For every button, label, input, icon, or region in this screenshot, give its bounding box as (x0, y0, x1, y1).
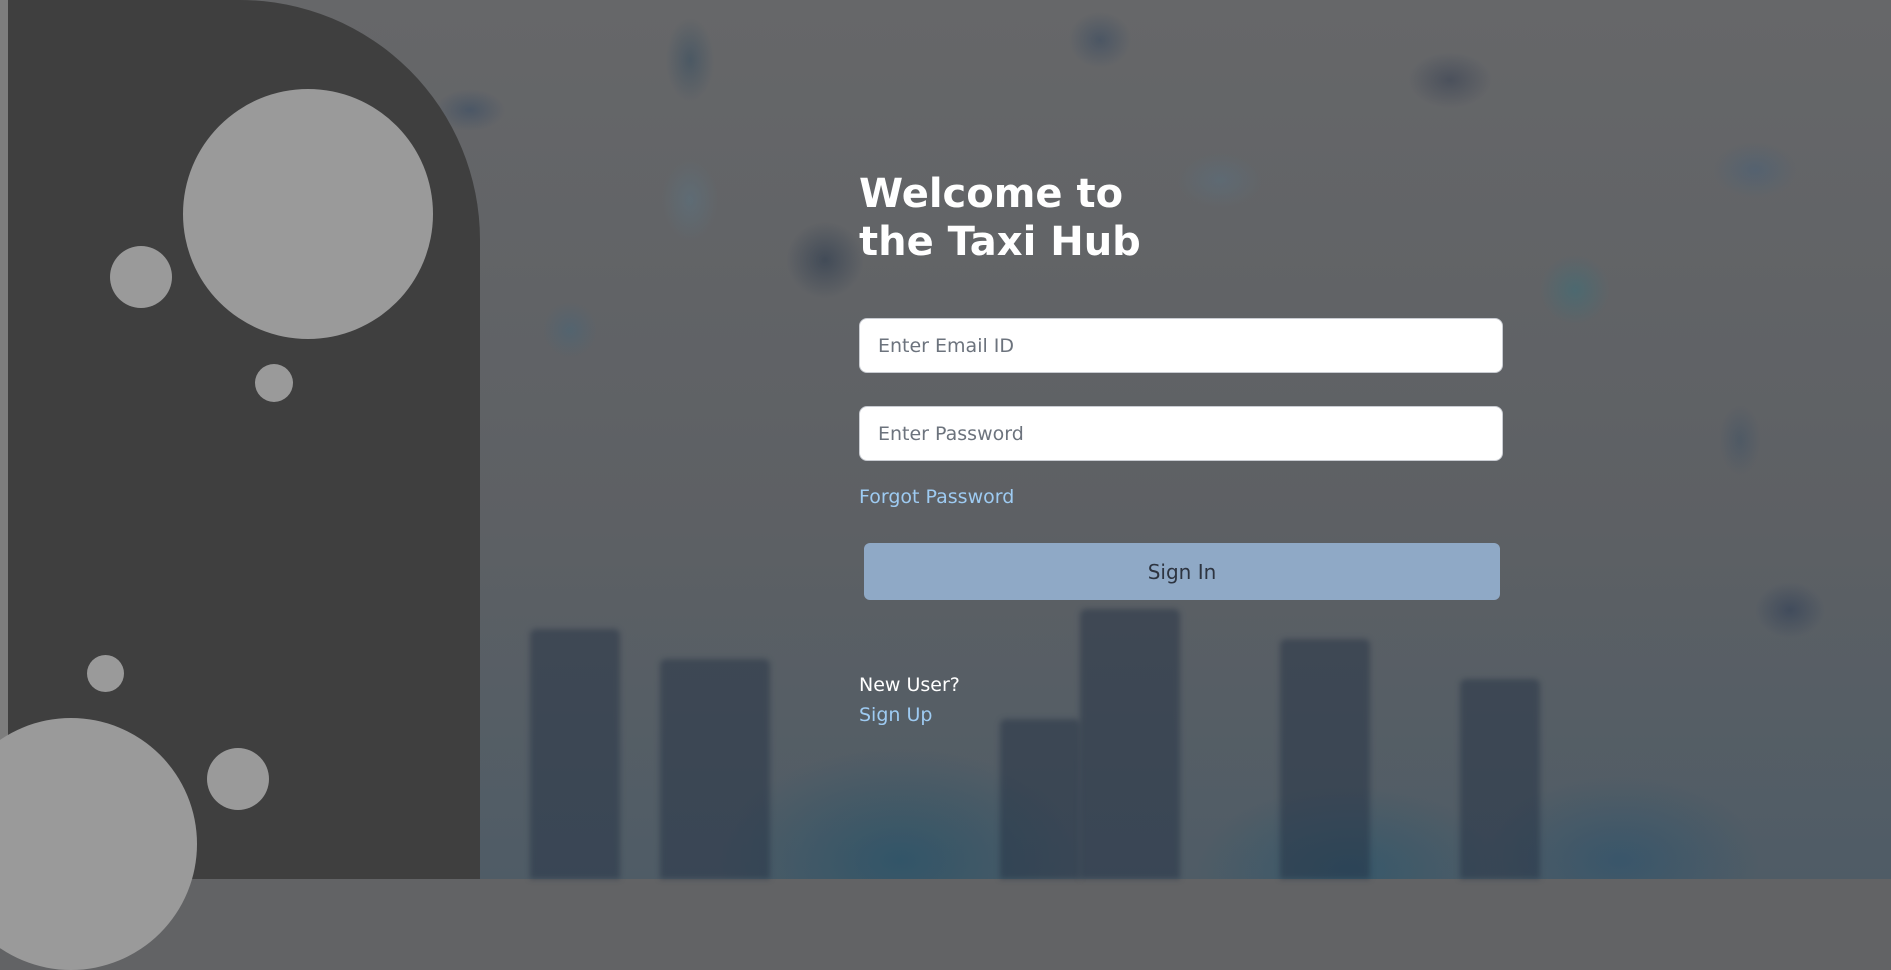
sign-up-link[interactable]: Sign Up (859, 704, 932, 726)
forgot-password-link[interactable]: Forgot Password (859, 486, 1014, 508)
email-input[interactable] (859, 318, 1503, 373)
decorative-bubble (183, 89, 433, 339)
city-building (530, 629, 620, 879)
city-building (1460, 679, 1540, 879)
city-building (1280, 639, 1370, 879)
city-building (1000, 719, 1080, 879)
title-line-2: the Taxi Hub (859, 219, 1141, 265)
city-building (660, 659, 770, 879)
decorative-bubble (207, 748, 269, 810)
new-user-label: New User? (859, 674, 960, 696)
title-line-1: Welcome to (859, 171, 1124, 217)
password-input[interactable] (859, 406, 1503, 461)
sign-in-button[interactable]: Sign In (864, 543, 1500, 600)
decorative-bubble (255, 364, 293, 402)
page-title: Welcome to the Taxi Hub (859, 170, 1141, 266)
decorative-bubble (87, 655, 124, 692)
decorative-bubble (110, 246, 172, 308)
city-building (1080, 609, 1180, 879)
